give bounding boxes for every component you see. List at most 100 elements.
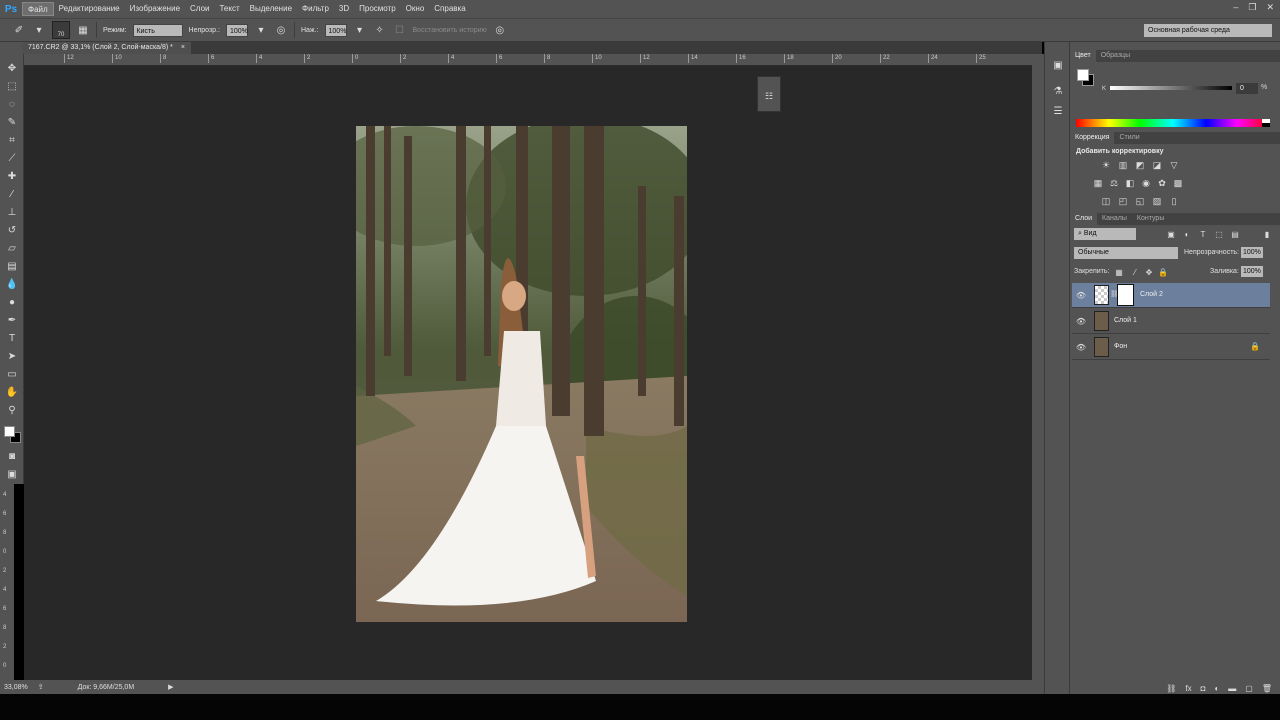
exposure-icon[interactable]: ◪	[1151, 159, 1163, 171]
tab-color[interactable]: Цвет	[1070, 50, 1096, 62]
fx-icon[interactable]: fx	[1185, 684, 1191, 693]
healing-tool-icon[interactable]: ✚	[4, 168, 20, 184]
screen-mode-icon[interactable]: ▣	[4, 466, 20, 482]
path-select-tool-icon[interactable]: ➤	[4, 348, 20, 364]
foreground-color-swatch[interactable]	[4, 426, 15, 437]
menu-3d[interactable]: 3D	[334, 2, 354, 16]
menu-image[interactable]: Изображение	[125, 2, 185, 16]
layer-mask-thumbnail[interactable]	[1117, 284, 1134, 306]
menu-select[interactable]: Выделение	[245, 2, 297, 16]
menu-type[interactable]: Текст	[214, 2, 244, 16]
panel-foreground-swatch[interactable]	[1077, 69, 1089, 81]
dodge-tool-icon[interactable]: ●	[4, 294, 20, 310]
history-checkbox[interactable]: ☐	[393, 23, 407, 37]
move-tool-icon[interactable]: ✥	[4, 60, 20, 76]
tool-preset-dropdown-icon[interactable]: ▾	[32, 23, 46, 37]
photo-filter-icon[interactable]: ◉	[1140, 177, 1152, 189]
eyedropper-tool-icon[interactable]: ⟋	[4, 150, 20, 166]
minimize-button[interactable]: –	[1233, 2, 1238, 13]
invert-icon[interactable]: ◫	[1100, 195, 1112, 207]
blend-mode-select[interactable]: Обычные	[1074, 247, 1178, 259]
channel-mixer-icon[interactable]: ✿	[1156, 177, 1168, 189]
filter-smart-icon[interactable]: ▤	[1230, 229, 1240, 239]
type-tool-icon[interactable]: T	[4, 330, 20, 346]
opacity-field[interactable]: 100%	[225, 23, 248, 37]
airbrush-icon[interactable]: ✧	[373, 23, 387, 37]
menu-window[interactable]: Окно	[401, 2, 430, 16]
menu-view[interactable]: Просмотр	[354, 2, 401, 16]
levels-icon[interactable]: ▥	[1117, 159, 1129, 171]
tab-layers[interactable]: Слои	[1070, 213, 1098, 225]
brush-presets-icon[interactable]: ⚗	[1051, 84, 1065, 98]
zoom-level[interactable]: 33,08%	[4, 684, 28, 691]
new-layer-icon[interactable]: ▢	[1245, 684, 1253, 693]
brightness-icon[interactable]: ☀	[1100, 159, 1112, 171]
gradient-map-icon[interactable]: ▯	[1168, 195, 1180, 207]
crop-tool-icon[interactable]: ⌗	[4, 132, 20, 148]
workspace-select[interactable]: Основная рабочая среда	[1144, 24, 1272, 37]
layer-row[interactable]: 👁 Фон 🔒	[1072, 335, 1270, 360]
quick-select-tool-icon[interactable]: ✎	[4, 114, 20, 130]
layer-row[interactable]: 👁 ⛓ Слой 2	[1072, 283, 1270, 308]
close-window-button[interactable]: ✕	[1266, 2, 1274, 13]
channel-value-field[interactable]: 0	[1236, 83, 1258, 94]
flow-field[interactable]: 100%	[324, 23, 347, 37]
folder-icon[interactable]: ▬	[1228, 684, 1236, 693]
lasso-tool-icon[interactable]: ◌	[4, 96, 20, 112]
lock-all-icon[interactable]: 🔒	[1158, 267, 1168, 277]
link-icon[interactable]: ⛓	[1166, 684, 1176, 693]
history-panel-icon[interactable]: ▣	[1051, 58, 1065, 72]
tab-paths[interactable]: Контуры	[1132, 213, 1169, 225]
curves-icon[interactable]: ◩	[1134, 159, 1146, 171]
black-white-icon[interactable]: ◧	[1124, 177, 1136, 189]
hand-tool-icon[interactable]: ✋	[4, 384, 20, 400]
layer-filter-select[interactable]: ⌕ Вид	[1074, 228, 1136, 240]
lock-transparency-icon[interactable]: ▦	[1114, 267, 1124, 277]
tab-swatches[interactable]: Образцы	[1096, 50, 1135, 62]
trash-icon[interactable]: 🗑	[1262, 684, 1272, 693]
lock-position-icon[interactable]: ✥	[1144, 267, 1154, 277]
restore-button[interactable]: ❐	[1248, 2, 1256, 13]
filter-toggle-icon[interactable]: ▮	[1262, 229, 1272, 239]
eraser-tool-icon[interactable]: ✐	[12, 23, 26, 37]
properties-icon[interactable]: ☷	[765, 91, 773, 102]
stamp-tool-icon[interactable]: ⊥	[4, 204, 20, 220]
flow-dropdown-icon[interactable]: ▾	[353, 23, 367, 37]
brush-panel-icon[interactable]: ▦	[76, 23, 90, 37]
vibrance-icon[interactable]: ▽	[1168, 159, 1180, 171]
color-lookup-icon[interactable]: ▩	[1172, 177, 1184, 189]
ruler-vertical[interactable]: 4 6 8 0 2 4 6 8 2 0	[0, 484, 14, 680]
canvas-scrollbar[interactable]	[1032, 54, 1044, 680]
visibility-eye-icon[interactable]: 👁	[1076, 342, 1086, 352]
visibility-eye-icon[interactable]: 👁	[1076, 316, 1086, 326]
zoom-tool-icon[interactable]: ⚲	[4, 402, 20, 418]
color-balance-icon[interactable]: ⚖	[1108, 177, 1120, 189]
menu-filter[interactable]: Фильтр	[297, 2, 334, 16]
pen-tool-icon[interactable]: ✒	[4, 312, 20, 328]
brush-tool-icon[interactable]: ⁄	[4, 186, 20, 202]
lock-icon[interactable]: 🔒	[1250, 342, 1260, 351]
document-image[interactable]	[356, 126, 687, 622]
tab-styles[interactable]: Стили	[1114, 132, 1144, 144]
mask-icon[interactable]: ◘	[1201, 684, 1206, 693]
brush-size-preview[interactable]: 70	[52, 21, 70, 39]
close-tab-icon[interactable]: ×	[181, 44, 185, 51]
fill-field[interactable]: 100%	[1241, 266, 1263, 277]
posterize-icon[interactable]: ◰	[1117, 195, 1129, 207]
menu-help[interactable]: Справка	[429, 2, 470, 16]
marquee-tool-icon[interactable]: ⬚	[4, 78, 20, 94]
gray-slider[interactable]	[1110, 86, 1232, 90]
ruler-horizontal[interactable]: 12 10 8 6 4 2 0 2 4 6 8 10 12 14 16 18 20 22 24 25	[24, 54, 1032, 66]
threshold-icon[interactable]: ◱	[1134, 195, 1146, 207]
document-tab[interactable]: 7167.CR2 @ 33,1% (Слой 2, Слой-маска/8) …	[22, 42, 191, 54]
selective-color-icon[interactable]: ▨	[1151, 195, 1163, 207]
tab-channels[interactable]: Каналы	[1097, 213, 1132, 225]
filter-pixel-icon[interactable]: ▣	[1166, 229, 1176, 239]
tool-presets-icon[interactable]: ☰	[1051, 104, 1065, 118]
filter-adjustment-icon[interactable]: ◐	[1182, 229, 1192, 239]
gradient-tool-icon[interactable]: ▤	[4, 258, 20, 274]
menu-layers[interactable]: Слои	[185, 2, 214, 16]
pressure-opacity-icon[interactable]: ◎	[274, 23, 288, 37]
status-export-icon[interactable]: ⇪	[38, 683, 44, 691]
black-white-swatch[interactable]	[1262, 119, 1270, 127]
